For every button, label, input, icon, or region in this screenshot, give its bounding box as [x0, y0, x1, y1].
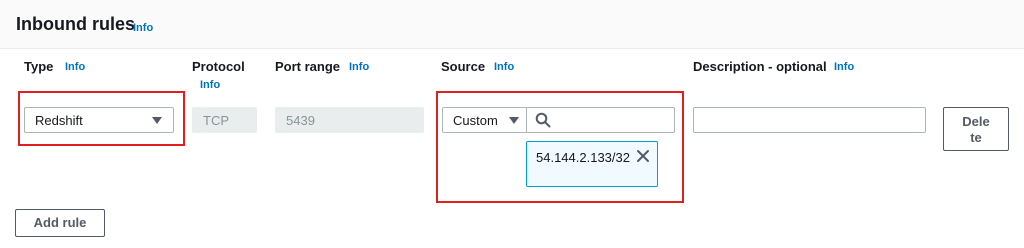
description-label: Description - optional	[693, 59, 827, 74]
type-label: Type	[24, 59, 54, 74]
type-info-link[interactable]: Info	[65, 61, 85, 73]
caret-down-icon	[152, 117, 162, 124]
source-search-input[interactable]	[526, 107, 675, 133]
delete-rule-button[interactable]: Delete	[943, 107, 1009, 151]
protocol-field: TCP	[192, 107, 257, 133]
protocol-value: TCP	[203, 113, 229, 128]
description-input[interactable]	[693, 107, 926, 133]
protocol-label: Protocol	[192, 59, 245, 74]
section-title: Inbound rules	[16, 14, 135, 34]
delete-rule-label: Delete	[962, 114, 990, 145]
description-info-link[interactable]: Info	[834, 61, 854, 73]
protocol-info-link[interactable]: Info	[200, 79, 220, 91]
port-range-info-link[interactable]: Info	[349, 61, 369, 73]
port-range-field: 5439	[275, 107, 424, 133]
source-info-link[interactable]: Info	[494, 61, 514, 73]
port-range-label: Port range	[275, 59, 341, 74]
close-icon[interactable]	[635, 148, 651, 164]
section-header: Inbound rules Info	[0, 0, 1024, 49]
source-type-value: Custom	[453, 113, 498, 128]
source-cidr-token: 54.144.2.133/32	[526, 141, 658, 187]
add-rule-button[interactable]: Add rule	[15, 209, 105, 237]
search-icon	[535, 112, 551, 128]
section-info-link[interactable]: Info	[133, 22, 153, 34]
type-select-value: Redshift	[35, 113, 83, 128]
caret-down-icon	[509, 117, 519, 124]
source-label: Source	[441, 59, 486, 74]
source-cidr-value: 54.144.2.133/32	[536, 150, 630, 165]
port-range-value: 5439	[286, 113, 315, 128]
type-select[interactable]: Redshift	[24, 107, 174, 133]
source-type-select[interactable]: Custom	[442, 107, 527, 133]
